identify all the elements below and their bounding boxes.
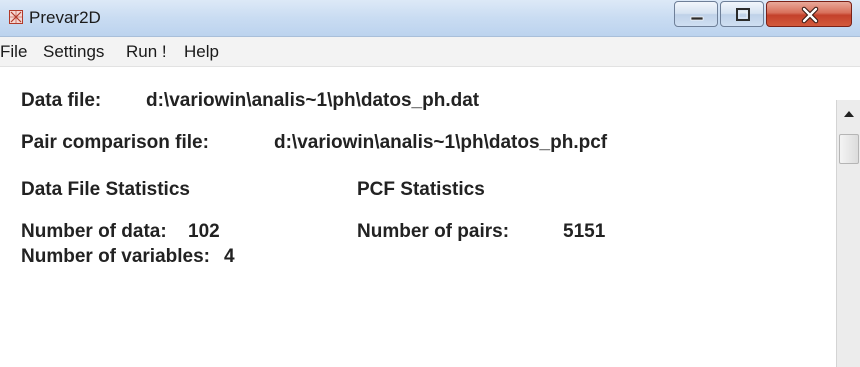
menu-item-run[interactable]: Run ! (126, 37, 167, 66)
num-pairs-label: Number of pairs: (357, 221, 510, 242)
data-file-path: d:\variowin\analis~1\ph\datos_ph.dat (146, 90, 480, 111)
app-window: Prevar2D File Settings Run ! Help Data f… (0, 0, 860, 367)
scroll-up-button[interactable] (837, 100, 860, 128)
pcf-stats-heading: PCF Statistics (357, 179, 485, 200)
menu-item-file[interactable]: File (0, 37, 27, 66)
minimize-icon (690, 16, 704, 21)
maximize-button[interactable] (720, 1, 764, 27)
num-data-value: 102 (188, 221, 220, 242)
menu-item-help[interactable]: Help (184, 37, 219, 66)
prevar-window-icon[interactable] (9, 10, 23, 24)
num-pairs-value: 5151 (563, 221, 606, 242)
menu-item-settings[interactable]: Settings (43, 37, 104, 66)
scroll-thumb[interactable] (839, 134, 859, 164)
menu-bar: File Settings Run ! Help (0, 37, 860, 67)
vertical-scrollbar[interactable] (836, 100, 860, 367)
num-vars-value: 4 (224, 246, 235, 267)
minimize-button[interactable] (674, 1, 718, 27)
window-title: Prevar2D (29, 8, 101, 27)
data-file-label: Data file: (21, 90, 102, 111)
close-icon (801, 6, 819, 24)
pcf-file-label: Pair comparison file: (21, 132, 209, 153)
scroll-up-arrow-icon (844, 111, 854, 117)
title-bar[interactable]: Prevar2D (0, 0, 860, 37)
num-vars-label: Number of variables: (21, 246, 210, 267)
maximize-icon (736, 8, 750, 21)
close-button[interactable] (766, 1, 852, 27)
num-data-label: Number of data: (21, 221, 167, 242)
pcf-file-path: d:\variowin\analis~1\ph\datos_ph.pcf (274, 132, 608, 153)
data-stats-heading: Data File Statistics (21, 179, 190, 200)
main-content: Data file: d:\variowin\analis~1\ph\datos… (0, 67, 836, 367)
